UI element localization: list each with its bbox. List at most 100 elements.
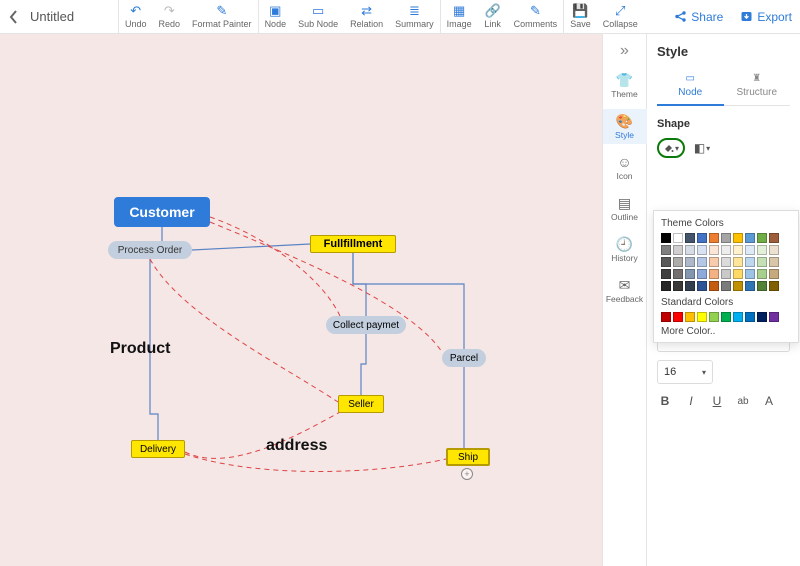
color-swatch[interactable]: [769, 269, 779, 279]
floating-label-product[interactable]: Product: [110, 340, 170, 358]
floating-label-address[interactable]: address: [266, 437, 327, 455]
color-swatch[interactable]: [721, 257, 731, 267]
comments-button[interactable]: ✎Comments: [508, 0, 564, 33]
color-swatch[interactable]: [685, 245, 695, 255]
color-swatch[interactable]: [721, 269, 731, 279]
node-seller[interactable]: Seller: [338, 395, 384, 413]
color-swatch[interactable]: [769, 245, 779, 255]
color-swatch[interactable]: [673, 312, 683, 322]
color-swatch[interactable]: [673, 281, 683, 291]
add-child-handle[interactable]: +: [461, 468, 473, 480]
summary-button[interactable]: ≣Summary: [389, 0, 440, 33]
color-swatch[interactable]: [661, 257, 671, 267]
color-swatch[interactable]: [709, 312, 719, 322]
color-swatch[interactable]: [661, 312, 671, 322]
fill-color-button[interactable]: ▾: [657, 138, 685, 158]
tab-node[interactable]: ▭Node: [657, 69, 724, 106]
node-customer[interactable]: Customer: [114, 197, 210, 227]
rail-feedback[interactable]: ✉Feedback: [603, 273, 647, 308]
rail-outline[interactable]: ▤Outline: [603, 191, 647, 226]
color-swatch[interactable]: [745, 312, 755, 322]
color-swatch[interactable]: [769, 233, 779, 243]
color-swatch[interactable]: [745, 245, 755, 255]
link-button[interactable]: 🔗Link: [478, 0, 508, 33]
back-button[interactable]: [0, 0, 28, 33]
share-button[interactable]: Share: [665, 0, 731, 33]
color-swatch[interactable]: [733, 257, 743, 267]
color-swatch[interactable]: [721, 281, 731, 291]
color-swatch[interactable]: [757, 269, 767, 279]
rail-theme[interactable]: 👕Theme: [603, 68, 647, 103]
color-swatch[interactable]: [709, 281, 719, 291]
color-swatch[interactable]: [697, 269, 707, 279]
color-swatch[interactable]: [697, 233, 707, 243]
color-swatch[interactable]: [745, 269, 755, 279]
font-size-select[interactable]: 16▾: [657, 360, 713, 384]
color-swatch[interactable]: [685, 257, 695, 267]
border-color-button[interactable]: ◧ ▾: [691, 139, 713, 157]
color-swatch[interactable]: [757, 312, 767, 322]
color-swatch[interactable]: [697, 257, 707, 267]
rail-icon[interactable]: ☺Icon: [603, 150, 647, 185]
color-swatch[interactable]: [685, 269, 695, 279]
underline-button[interactable]: U: [709, 394, 725, 408]
color-swatch[interactable]: [709, 245, 719, 255]
node-process-order[interactable]: Process Order: [108, 241, 192, 259]
color-swatch[interactable]: [733, 312, 743, 322]
color-swatch[interactable]: [745, 281, 755, 291]
panel-collapse-button[interactable]: »: [603, 40, 647, 62]
color-swatch[interactable]: [697, 245, 707, 255]
node-collect-payment[interactable]: Collect paymet: [326, 316, 406, 334]
color-swatch[interactable]: [757, 257, 767, 267]
color-swatch[interactable]: [733, 245, 743, 255]
color-swatch[interactable]: [757, 233, 767, 243]
color-swatch[interactable]: [661, 245, 671, 255]
node-fulfillment[interactable]: Fullfillment: [310, 235, 396, 253]
sub-node-button[interactable]: ▭Sub Node: [292, 0, 344, 33]
color-swatch[interactable]: [685, 281, 695, 291]
color-swatch[interactable]: [709, 269, 719, 279]
color-swatch[interactable]: [673, 233, 683, 243]
node-ship[interactable]: Ship: [446, 448, 490, 466]
more-color-button[interactable]: More Color..: [661, 326, 791, 337]
color-swatch[interactable]: [769, 281, 779, 291]
color-swatch[interactable]: [685, 312, 695, 322]
tab-structure[interactable]: ♜Structure: [724, 69, 791, 105]
color-swatch[interactable]: [769, 312, 779, 322]
color-swatch[interactable]: [745, 233, 755, 243]
rail-history[interactable]: 🕘History: [603, 232, 647, 267]
rail-style[interactable]: 🎨Style: [603, 109, 647, 144]
color-swatch[interactable]: [709, 233, 719, 243]
image-button[interactable]: ▦Image: [441, 0, 478, 33]
strike-button[interactable]: ab: [735, 396, 751, 407]
color-swatch[interactable]: [697, 312, 707, 322]
node-button[interactable]: ▣Node: [259, 0, 293, 33]
color-swatch[interactable]: [733, 281, 743, 291]
export-button[interactable]: Export: [731, 0, 800, 33]
collapse-button[interactable]: ⤢Collapse: [597, 0, 644, 33]
color-swatch[interactable]: [673, 245, 683, 255]
color-swatch[interactable]: [685, 233, 695, 243]
color-swatch[interactable]: [697, 281, 707, 291]
node-delivery[interactable]: Delivery: [131, 440, 185, 458]
relation-button[interactable]: ⇄Relation: [344, 0, 389, 33]
node-parcel[interactable]: Parcel: [442, 349, 486, 367]
color-swatch[interactable]: [661, 269, 671, 279]
color-swatch[interactable]: [661, 281, 671, 291]
color-swatch[interactable]: [721, 312, 731, 322]
color-swatch[interactable]: [673, 269, 683, 279]
document-title[interactable]: Untitled: [28, 0, 118, 33]
color-swatch[interactable]: [745, 257, 755, 267]
color-swatch[interactable]: [733, 233, 743, 243]
italic-button[interactable]: I: [683, 394, 699, 408]
font-color-button[interactable]: A: [761, 394, 777, 408]
format-painter-button[interactable]: ✎Format Painter: [186, 0, 258, 33]
color-swatch[interactable]: [769, 257, 779, 267]
color-swatch[interactable]: [757, 281, 767, 291]
save-button[interactable]: 💾Save: [564, 0, 597, 33]
diagram-canvas[interactable]: Customer Process Order Fullfillment Coll…: [0, 34, 603, 566]
color-swatch[interactable]: [757, 245, 767, 255]
color-swatch[interactable]: [721, 245, 731, 255]
color-swatch[interactable]: [721, 233, 731, 243]
color-swatch[interactable]: [709, 257, 719, 267]
